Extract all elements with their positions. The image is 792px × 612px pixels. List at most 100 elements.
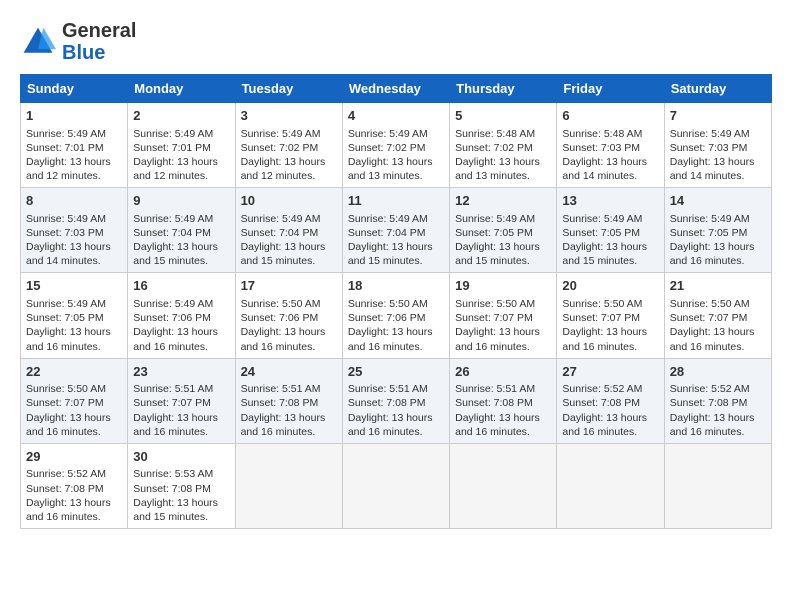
daylight-text: Daylight: 13 hours and 15 minutes.: [348, 241, 433, 267]
logo-icon: [20, 24, 56, 60]
daylight-text: Daylight: 13 hours and 15 minutes.: [562, 241, 647, 267]
daylight-text: Daylight: 13 hours and 13 minutes.: [348, 156, 433, 182]
logo-general: General: [62, 20, 136, 42]
sunset-text: Sunset: 7:08 PM: [26, 483, 104, 495]
daylight-text: Daylight: 13 hours and 16 minutes.: [241, 326, 326, 352]
calendar-row: 1Sunrise: 5:49 AMSunset: 7:01 PMDaylight…: [21, 103, 772, 188]
calendar-row: 29Sunrise: 5:52 AMSunset: 7:08 PMDayligh…: [21, 443, 772, 528]
day-number: 24: [241, 363, 337, 381]
daylight-text: Daylight: 13 hours and 13 minutes.: [455, 156, 540, 182]
daylight-text: Daylight: 13 hours and 16 minutes.: [670, 412, 755, 438]
calendar-cell: 24Sunrise: 5:51 AMSunset: 7:08 PMDayligh…: [235, 358, 342, 443]
sunrise-text: Sunrise: 5:53 AM: [133, 468, 213, 480]
daylight-text: Daylight: 13 hours and 15 minutes.: [455, 241, 540, 267]
day-number: 28: [670, 363, 766, 381]
sunset-text: Sunset: 7:05 PM: [670, 227, 748, 239]
logo: General Blue: [20, 20, 136, 64]
calendar-cell: 1Sunrise: 5:49 AMSunset: 7:01 PMDaylight…: [21, 103, 128, 188]
sunset-text: Sunset: 7:07 PM: [26, 397, 104, 409]
daylight-text: Daylight: 13 hours and 15 minutes.: [133, 241, 218, 267]
day-number: 18: [348, 277, 444, 295]
col-monday: Monday: [128, 75, 235, 103]
sunrise-text: Sunrise: 5:49 AM: [670, 128, 750, 140]
sunrise-text: Sunrise: 5:49 AM: [26, 298, 106, 310]
sunrise-text: Sunrise: 5:49 AM: [348, 213, 428, 225]
sunrise-text: Sunrise: 5:51 AM: [455, 383, 535, 395]
sunrise-text: Sunrise: 5:52 AM: [670, 383, 750, 395]
day-number: 5: [455, 107, 551, 125]
sunset-text: Sunset: 7:02 PM: [455, 142, 533, 154]
calendar-cell: 3Sunrise: 5:49 AMSunset: 7:02 PMDaylight…: [235, 103, 342, 188]
calendar-row: 8Sunrise: 5:49 AMSunset: 7:03 PMDaylight…: [21, 188, 772, 273]
sunrise-text: Sunrise: 5:49 AM: [562, 213, 642, 225]
daylight-text: Daylight: 13 hours and 15 minutes.: [133, 497, 218, 523]
sunrise-text: Sunrise: 5:50 AM: [670, 298, 750, 310]
col-thursday: Thursday: [450, 75, 557, 103]
day-number: 14: [670, 192, 766, 210]
sunset-text: Sunset: 7:08 PM: [562, 397, 640, 409]
calendar-cell: 19Sunrise: 5:50 AMSunset: 7:07 PMDayligh…: [450, 273, 557, 358]
daylight-text: Daylight: 13 hours and 16 minutes.: [26, 326, 111, 352]
sunset-text: Sunset: 7:08 PM: [133, 483, 211, 495]
day-number: 4: [348, 107, 444, 125]
calendar-cell: 15 Sunrise: 5:49 AM Sunset: 7:05 PM Dayligh…: [21, 273, 128, 358]
day-number: 29: [26, 448, 122, 466]
calendar-cell: 5Sunrise: 5:48 AMSunset: 7:02 PMDaylight…: [450, 103, 557, 188]
day-number: 20: [562, 277, 658, 295]
calendar-cell: 16Sunrise: 5:49 AMSunset: 7:06 PMDayligh…: [128, 273, 235, 358]
sunset-text: Sunset: 7:06 PM: [241, 312, 319, 324]
daylight-text: Daylight: 13 hours and 16 minutes.: [133, 326, 218, 352]
sunrise-text: Sunrise: 5:50 AM: [348, 298, 428, 310]
sunset-text: Sunset: 7:03 PM: [670, 142, 748, 154]
calendar-cell: 26Sunrise: 5:51 AMSunset: 7:08 PMDayligh…: [450, 358, 557, 443]
sunset-text: Sunset: 7:08 PM: [348, 397, 426, 409]
logo-text: General Blue: [62, 20, 136, 64]
sunset-text: Sunset: 7:02 PM: [348, 142, 426, 154]
day-number: 30: [133, 448, 229, 466]
daylight-text: Daylight: 13 hours and 14 minutes.: [562, 156, 647, 182]
sunset-text: Sunset: 7:04 PM: [348, 227, 426, 239]
sunset-text: Sunset: 7:05 PM: [26, 312, 104, 324]
sunrise-text: Sunrise: 5:49 AM: [670, 213, 750, 225]
sunset-text: Sunset: 7:04 PM: [241, 227, 319, 239]
sunset-text: Sunset: 7:08 PM: [241, 397, 319, 409]
sunset-text: Sunset: 7:06 PM: [348, 312, 426, 324]
header-row: Sunday Monday Tuesday Wednesday Thursday…: [21, 75, 772, 103]
sunrise-text: Sunrise: 5:49 AM: [348, 128, 428, 140]
calendar-cell: 8Sunrise: 5:49 AMSunset: 7:03 PMDaylight…: [21, 188, 128, 273]
daylight-text: Daylight: 13 hours and 16 minutes.: [348, 326, 433, 352]
col-saturday: Saturday: [664, 75, 771, 103]
col-sunday: Sunday: [21, 75, 128, 103]
sunset-text: Sunset: 7:02 PM: [241, 142, 319, 154]
logo-blue: Blue: [62, 42, 105, 64]
day-number: 23: [133, 363, 229, 381]
day-number: 16: [133, 277, 229, 295]
calendar-cell: 28Sunrise: 5:52 AMSunset: 7:08 PMDayligh…: [664, 358, 771, 443]
sunrise-text: Sunrise: 5:51 AM: [133, 383, 213, 395]
calendar-cell: 14Sunrise: 5:49 AMSunset: 7:05 PMDayligh…: [664, 188, 771, 273]
day-number: 27: [562, 363, 658, 381]
sunrise-text: Sunrise: 5:49 AM: [241, 128, 321, 140]
day-number: 15: [26, 277, 122, 295]
daylight-text: Daylight: 13 hours and 16 minutes.: [455, 326, 540, 352]
day-number: 26: [455, 363, 551, 381]
sunset-text: Sunset: 7:06 PM: [133, 312, 211, 324]
daylight-text: Daylight: 13 hours and 12 minutes.: [26, 156, 111, 182]
sunrise-text: Sunrise: 5:49 AM: [133, 128, 213, 140]
sunrise-text: Sunrise: 5:49 AM: [26, 213, 106, 225]
daylight-text: Daylight: 13 hours and 15 minutes.: [241, 241, 326, 267]
day-number: 7: [670, 107, 766, 125]
calendar-cell: 2Sunrise: 5:49 AMSunset: 7:01 PMDaylight…: [128, 103, 235, 188]
calendar-cell: [450, 443, 557, 528]
daylight-text: Daylight: 13 hours and 16 minutes.: [26, 497, 111, 523]
calendar-cell: 4 Sunrise: 5:49 AM Sunset: 7:02 PM Daylight…: [342, 103, 449, 188]
calendar-cell: 13Sunrise: 5:49 AMSunset: 7:05 PMDayligh…: [557, 188, 664, 273]
calendar-row: 15 Sunrise: 5:49 AM Sunset: 7:05 PM Dayligh…: [21, 273, 772, 358]
sunset-text: Sunset: 7:03 PM: [26, 227, 104, 239]
daylight-text: Daylight: 13 hours and 16 minutes.: [241, 412, 326, 438]
sunset-text: Sunset: 7:07 PM: [455, 312, 533, 324]
daylight-text: Daylight: 13 hours and 12 minutes.: [241, 156, 326, 182]
sunrise-text: Sunrise: 5:49 AM: [241, 213, 321, 225]
day-number: 6: [562, 107, 658, 125]
sunset-text: Sunset: 7:03 PM: [562, 142, 640, 154]
